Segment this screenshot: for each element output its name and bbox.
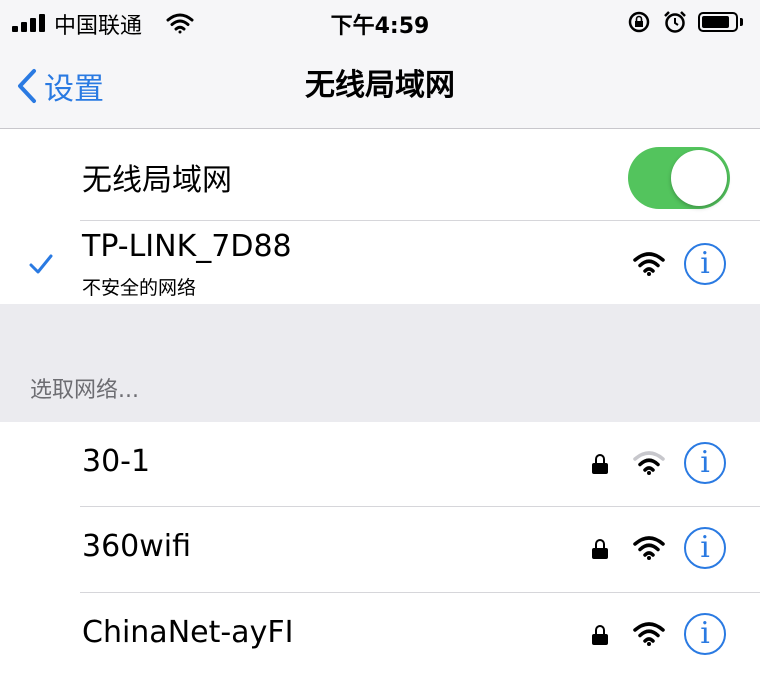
- wifi-toggle-switch[interactable]: [628, 147, 730, 209]
- lock-icon: [592, 625, 608, 645]
- wifi-signal-icon: [633, 252, 665, 276]
- network-name: 30-1: [82, 444, 151, 479]
- wifi-signal-icon: [633, 536, 665, 560]
- wifi-settings-group: 无线局域网 TP-LINK_7D88 不安全的网络 i: [0, 129, 760, 304]
- connected-network-row[interactable]: TP-LINK_7D88 不安全的网络 i: [0, 221, 760, 304]
- wifi-signal-icon: [633, 622, 665, 646]
- navigation-bar: 设置 无线局域网: [0, 44, 760, 129]
- network-row[interactable]: ChinaNet-ayFI i: [0, 593, 760, 673]
- network-row[interactable]: 360wifi i: [0, 507, 760, 592]
- info-button[interactable]: i: [684, 613, 726, 655]
- lock-icon: [592, 454, 608, 474]
- connected-network-subtitle: 不安全的网络: [82, 277, 197, 299]
- network-row[interactable]: 30-1 i: [0, 422, 760, 506]
- connected-network-name: TP-LINK_7D88: [82, 229, 292, 264]
- checkmark-icon: [29, 254, 53, 274]
- info-button[interactable]: i: [684, 243, 726, 285]
- network-name: 360wifi: [82, 529, 192, 564]
- toggle-knob: [671, 150, 727, 206]
- section-spacer: [0, 304, 760, 422]
- section-header: 选取网络...: [30, 378, 139, 403]
- battery-tip: [740, 18, 743, 26]
- wifi-toggle-label: 无线局域网: [82, 163, 232, 198]
- battery-level: [702, 16, 729, 28]
- battery-icon: [698, 12, 738, 32]
- wifi-signal-icon: [633, 451, 665, 475]
- page-title: 无线局域网: [305, 68, 455, 103]
- info-button[interactable]: i: [684, 442, 726, 484]
- wifi-toggle-row: 无线局域网: [0, 129, 760, 220]
- rotation-lock-icon: [628, 11, 650, 33]
- network-list: 30-1 i 360wifi i ChinaNet-ayFI i: [0, 422, 760, 673]
- lock-icon: [592, 539, 608, 559]
- network-name: ChinaNet-ayFI: [82, 615, 294, 650]
- info-button[interactable]: i: [684, 527, 726, 569]
- alarm-icon: [664, 11, 686, 33]
- status-bar: 中国联通 下午4:59: [0, 0, 760, 44]
